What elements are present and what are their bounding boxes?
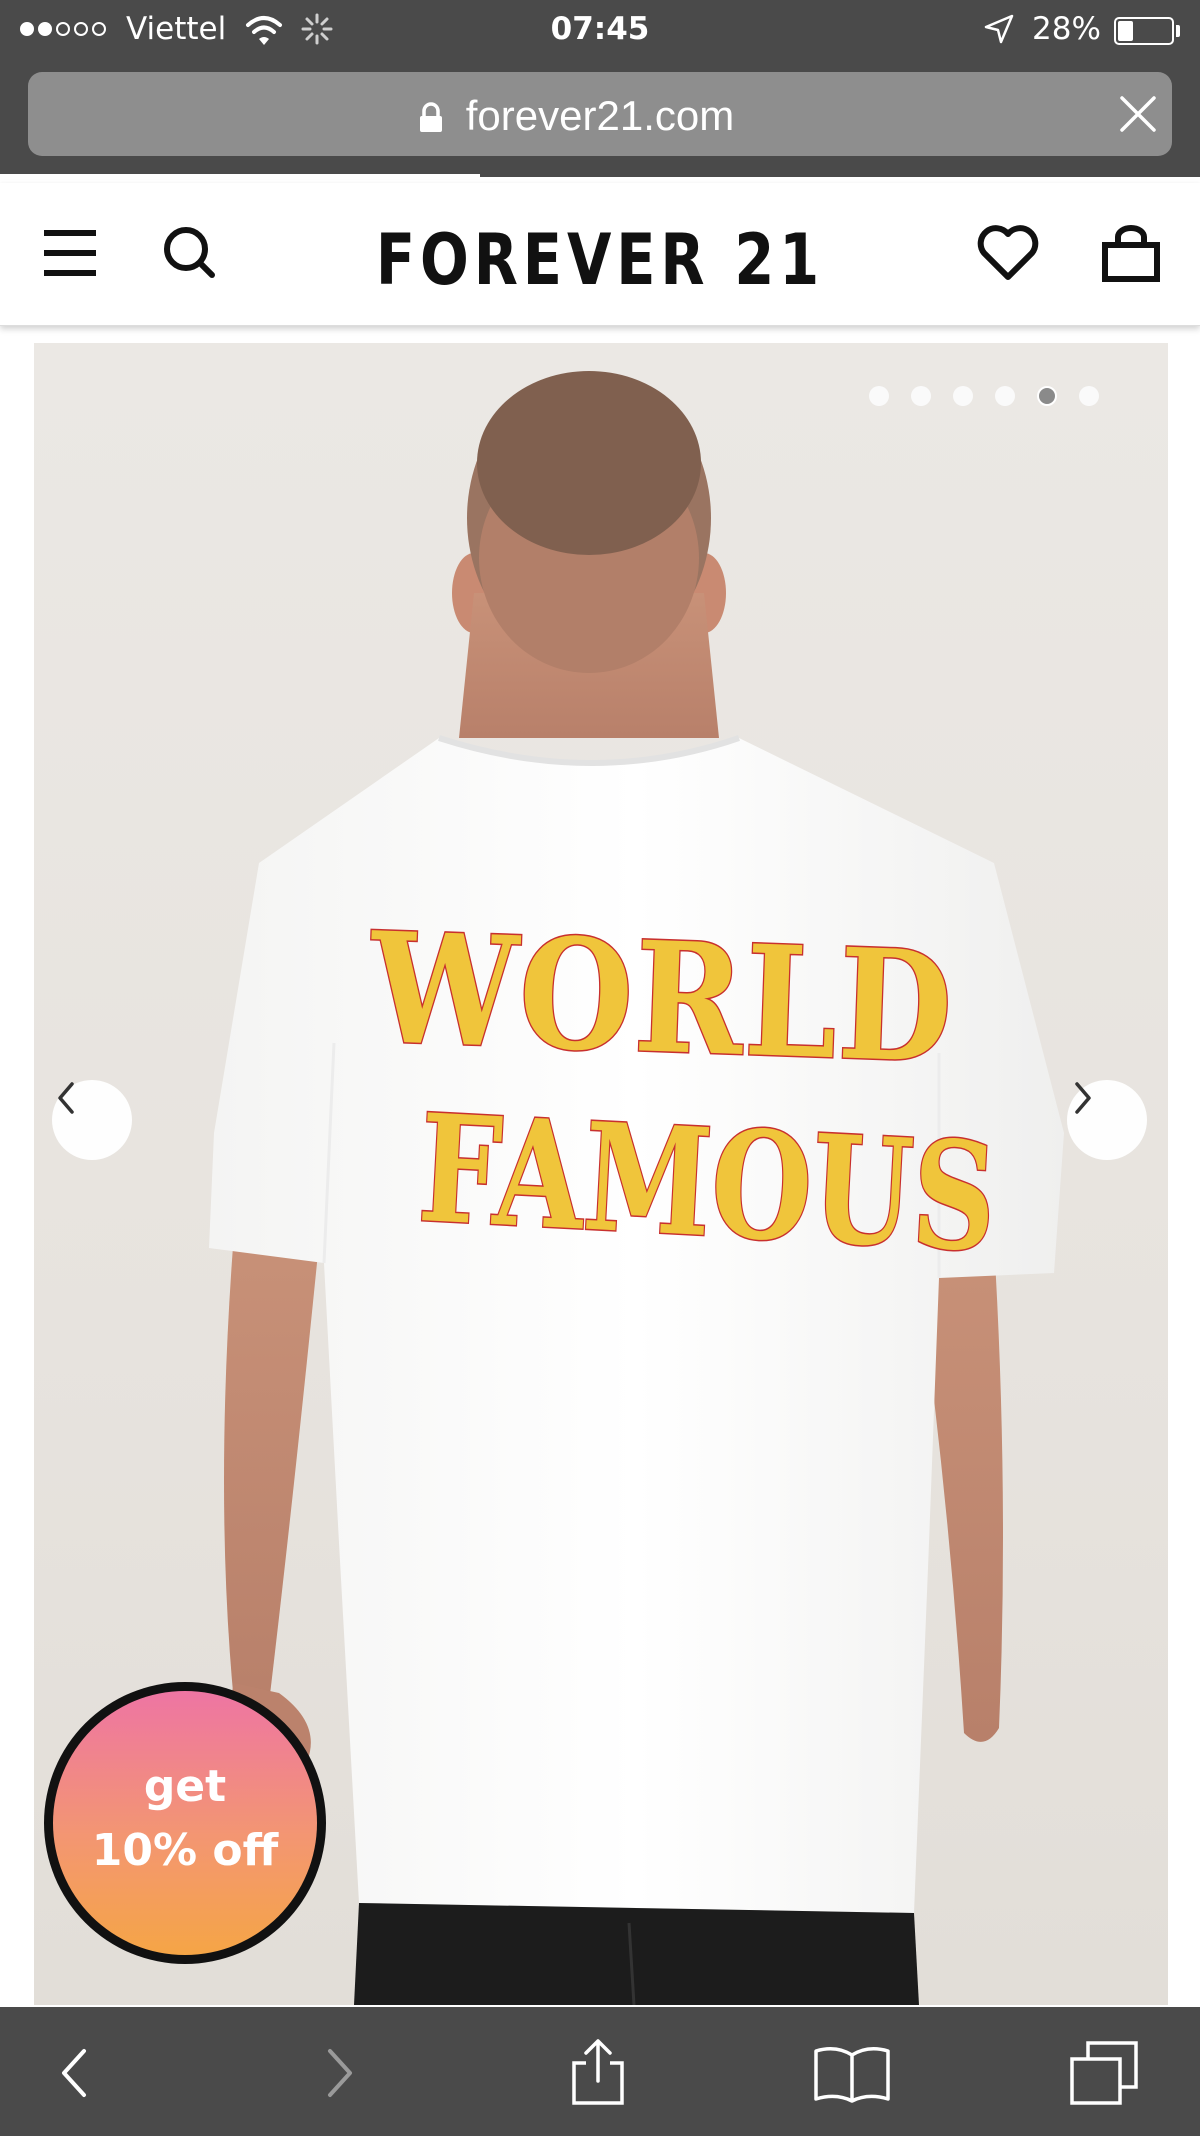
battery-level-fill [1118, 21, 1133, 41]
address-bar[interactable]: forever21.com [28, 72, 1172, 156]
forever21-logo[interactable]: FOREVER 21 [108, 219, 1092, 301]
status-bar: Viettel 07:45 28% [0, 0, 1200, 62]
status-time: 07:45 [550, 11, 650, 47]
battery-cap [1176, 25, 1180, 37]
menu-icon[interactable] [40, 223, 100, 288]
page-load-progress [0, 174, 480, 180]
battery-icon [1114, 17, 1174, 45]
previous-image-button[interactable] [52, 1080, 132, 1160]
carousel-pagination [869, 386, 1099, 406]
promo-line-2: 10% off [91, 1825, 279, 1876]
carousel-dot[interactable] [1037, 386, 1057, 406]
forward-icon[interactable] [320, 2043, 360, 2108]
carousel-dot[interactable] [1079, 386, 1099, 406]
location-arrow-icon [982, 12, 1016, 54]
carousel-dot[interactable] [911, 386, 931, 406]
url-text[interactable]: forever21.com [28, 92, 1172, 140]
next-image-button[interactable] [1067, 1080, 1147, 1160]
carousel-dot[interactable] [953, 386, 973, 406]
bookmarks-icon[interactable] [812, 2043, 892, 2110]
promo-discount-badge[interactable]: get 10% off [44, 1682, 326, 1964]
shirt-print-line-2: FAMOUS [414, 1080, 1002, 1287]
close-icon[interactable] [1116, 92, 1160, 141]
browser-address-area: forever21.com [0, 62, 1200, 180]
site-header: FOREVER 21 [0, 183, 1200, 326]
carousel-dot[interactable] [995, 386, 1015, 406]
share-icon[interactable] [566, 2037, 630, 2112]
heart-icon[interactable] [976, 223, 1040, 288]
back-icon[interactable] [54, 2043, 94, 2108]
promo-line-1: get [143, 1761, 227, 1812]
shopping-bag-icon[interactable] [1100, 223, 1162, 288]
carousel-dot[interactable] [869, 386, 889, 406]
shirt-print-line-1: WORLD [366, 897, 958, 1099]
battery-percent: 28% [1032, 11, 1101, 47]
browser-toolbar [0, 2007, 1200, 2136]
tabs-icon[interactable] [1066, 2039, 1142, 2114]
promo-badge-body: get 10% off [53, 1691, 317, 1955]
